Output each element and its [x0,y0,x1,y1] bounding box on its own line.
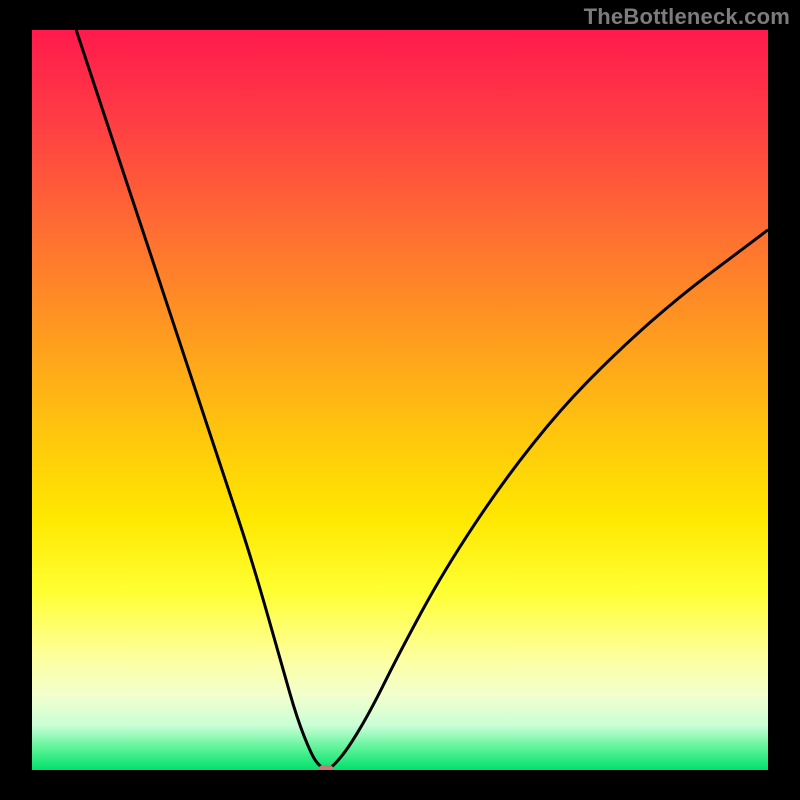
watermark-text: TheBottleneck.com [584,4,790,30]
chart-stage: TheBottleneck.com [0,0,800,800]
plot-area [32,30,768,770]
bottleneck-curve [32,30,768,770]
optimal-point-marker [318,765,334,770]
